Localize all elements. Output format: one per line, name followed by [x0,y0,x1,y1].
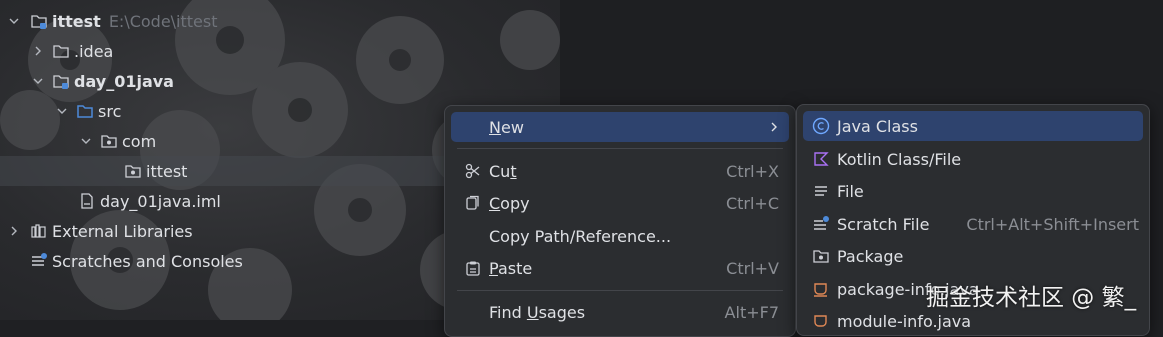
tree-item-ittest-root[interactable]: ittest E:\Code\ittest [6,6,218,36]
tree-item-idea[interactable]: .idea [30,36,113,66]
watermark: 掘金技术社区 @ 繁_ [926,285,1137,311]
paste-icon [463,260,483,276]
chevron-down-icon[interactable] [78,133,94,149]
submenu-item-kotlin[interactable]: Kotlin Class/File [803,144,1143,174]
shortcut: Ctrl+Alt+Shift+Insert [966,214,1139,234]
java-class-icon [811,117,831,135]
scratch-file-icon [811,215,831,233]
shortcut: Ctrl+C [725,193,779,213]
module-file-icon [78,192,96,210]
mnemonic: U [526,302,539,322]
tree-item-label: ittest [52,11,101,31]
tree-item-label: ittest [146,161,188,181]
tree-item-label: src [98,101,122,121]
java-file-icon [811,280,831,298]
package-icon [124,162,142,180]
module-folder-icon [52,72,70,90]
source-folder-icon [76,102,94,120]
tree-item-label: .idea [74,41,114,61]
tree-item-label: day_01java [74,71,174,91]
menu-item-new[interactable]: New [451,112,789,142]
tree-item-day-01java[interactable]: day_01java [30,66,174,96]
menu-separator [457,148,783,149]
chevron-down-icon[interactable] [30,73,46,89]
shortcut: Alt+F7 [724,302,779,322]
menu-item-paste[interactable]: Paste Ctrl+V [451,253,789,283]
project-path: E:\Code\ittest [108,11,218,31]
chevron-right-icon [769,118,779,137]
chevron-down-icon[interactable] [6,13,22,29]
java-file-icon [811,312,831,330]
scratches-icon [30,252,48,270]
menu-item-cut[interactable]: Cut Ctrl+X [451,156,789,186]
menu-separator [457,290,783,291]
submenu-item-java-class[interactable]: Java Class [803,111,1143,141]
chevron-right-icon[interactable] [30,43,46,59]
folder-icon [52,42,70,60]
scissors-icon [463,163,483,179]
copy-icon [463,195,483,211]
chevron-down-icon[interactable] [54,103,70,119]
tree-item-ittest-package[interactable]: ittest [0,156,444,186]
menu-item-copy[interactable]: Copy Ctrl+C [451,188,789,218]
submenu-item-package[interactable]: Package [803,241,1143,271]
module-folder-icon [30,12,48,30]
file-text-icon [811,183,831,199]
tree-item-label: External Libraries [52,221,193,241]
tree-item-src[interactable]: src [54,96,121,126]
submenu-item-file[interactable]: File [803,176,1143,206]
mnemonic: N [489,117,501,137]
mnemonic: P [489,258,498,278]
menu-item-copy-path[interactable]: Copy Path/Reference... [451,221,789,251]
chevron-right-icon[interactable] [6,223,22,239]
package-icon [100,132,118,150]
tree-item-scratches[interactable]: Scratches and Consoles [30,246,243,276]
menu-item-find-usages[interactable]: Find Usages Alt+F7 [451,297,789,327]
submenu-item-scratch-file[interactable]: Scratch File Ctrl+Alt+Shift+Insert [803,209,1143,239]
mnemonic: t [510,161,517,181]
library-icon [30,222,48,240]
tree-item-day-01java-iml[interactable]: day_01java.iml [78,186,221,216]
kotlin-icon [811,151,831,167]
tree-item-label: day_01java.iml [100,191,221,211]
package-icon [811,247,831,265]
mnemonic: C [489,193,501,213]
shortcut: Ctrl+X [726,161,779,181]
tree-item-label: com [122,131,157,151]
context-menu: New Cut Ctrl+X Copy Ctrl+C Copy Path/Ref… [444,105,796,337]
shortcut: Ctrl+V [726,258,779,278]
tree-item-com[interactable]: com [78,126,156,156]
tree-item-label: Scratches and Consoles [52,251,243,271]
tree-item-external-libraries[interactable]: External Libraries [6,216,193,246]
